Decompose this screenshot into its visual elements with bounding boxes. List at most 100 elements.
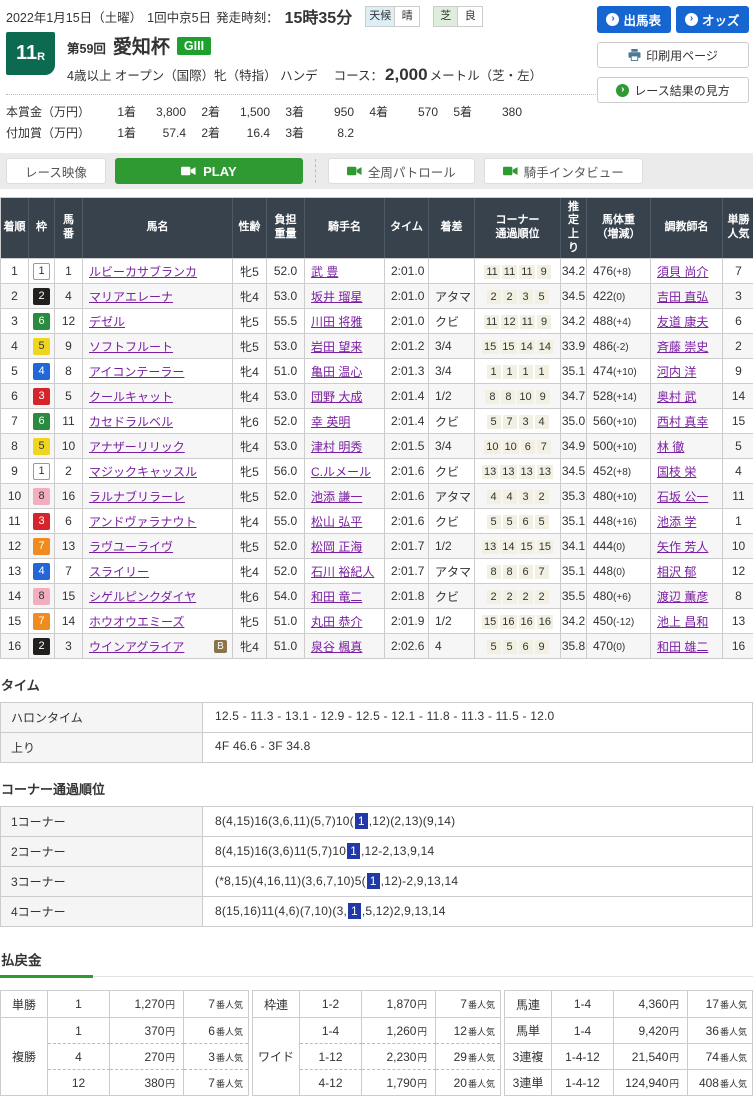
- jockey-link[interactable]: 坂井 瑠星: [311, 290, 362, 304]
- payout-popularity: 6番人気: [184, 1017, 248, 1043]
- horse-name-link[interactable]: マジックキャッスル: [89, 465, 197, 479]
- prize-amount: 570: [388, 102, 438, 123]
- finish-time: 2:01.0: [385, 283, 429, 308]
- jockey-link[interactable]: 池添 謙一: [311, 490, 362, 504]
- frame-number: 2: [33, 288, 50, 305]
- jockey-link[interactable]: 幸 英明: [311, 415, 350, 429]
- finish-position: 2: [1, 283, 29, 308]
- payout-row: 3連複1-4-1221,540円74番人気: [505, 1043, 752, 1069]
- trainer-cell: 吉田 直弘: [651, 283, 723, 308]
- trainer-link[interactable]: 友道 康夫: [657, 315, 708, 329]
- trainer-link[interactable]: 西村 真幸: [657, 415, 708, 429]
- odds-label: オッズ: [702, 10, 740, 29]
- jockey-link[interactable]: 武 豊: [311, 265, 338, 279]
- trainer-link[interactable]: 和田 雄二: [657, 640, 708, 654]
- jockey-link[interactable]: 和田 竜二: [311, 590, 362, 604]
- winner-highlight: 1: [348, 903, 361, 919]
- jockey-link[interactable]: 岩田 望来: [311, 340, 362, 354]
- result-row: 635クールキャット牝453.0団野 大成2:01.41/28810934.75…: [1, 383, 753, 408]
- jockey-cell: C.ルメール: [305, 458, 385, 483]
- payout-combination: 1-2: [300, 991, 362, 1017]
- entry-table-button[interactable]: ›出馬表: [597, 6, 671, 33]
- trainer-cell: 国枝 栄: [651, 458, 723, 483]
- patrol-video-button[interactable]: 全周パトロール: [328, 158, 475, 184]
- sex-age: 牝4: [233, 358, 267, 383]
- corner-position-box: 2: [503, 290, 517, 304]
- odds-button[interactable]: ›オッズ: [676, 6, 750, 33]
- horse-name-cell: クールキャット: [83, 383, 233, 408]
- column-header: 性齢: [233, 198, 267, 258]
- horse-name-link[interactable]: マリアエレーナ: [89, 290, 173, 304]
- corner-position-box: 1: [487, 365, 501, 379]
- jockey-link[interactable]: 松岡 正海: [311, 540, 362, 554]
- result-guide-button[interactable]: ›レース結果の見方: [597, 77, 749, 103]
- horse-name-link[interactable]: デゼル: [89, 315, 125, 329]
- jockey-link[interactable]: 石川 裕紀人: [311, 565, 374, 579]
- jockey-link[interactable]: 団野 大成: [311, 390, 362, 404]
- horse-name-link[interactable]: ホウオウエミーズ: [89, 615, 184, 629]
- popularity-suffix: 番人気: [720, 1053, 747, 1063]
- corner-position-box: 10: [517, 390, 533, 404]
- time-row-value: 4F 46.6 - 3F 34.8: [203, 733, 752, 762]
- jockey-link[interactable]: 川田 将雅: [311, 315, 362, 329]
- finish-position: 5: [1, 358, 29, 383]
- finish-position: 12: [1, 533, 29, 558]
- trainer-link[interactable]: 渡辺 薫彦: [657, 590, 708, 604]
- horse-name-link[interactable]: ソフトフルート: [89, 340, 173, 354]
- corner-position-box: 4: [535, 415, 549, 429]
- horse-weight: 474(+10): [587, 358, 651, 383]
- trainer-link[interactable]: 吉田 直弘: [657, 290, 708, 304]
- trainer-link[interactable]: 林 徹: [657, 440, 684, 454]
- print-page-button[interactable]: 印刷用ページ: [597, 42, 749, 68]
- jockey-link[interactable]: 泉谷 楓真: [311, 640, 362, 654]
- jockey-link[interactable]: 丸田 恭介: [311, 615, 362, 629]
- column-header: タイム: [385, 198, 429, 258]
- play-button[interactable]: PLAY: [115, 158, 303, 184]
- frame-number: 8: [33, 488, 50, 505]
- jockey-link[interactable]: 津村 明秀: [311, 440, 362, 454]
- jockey-link[interactable]: 松山 弘平: [311, 515, 362, 529]
- horse-name-link[interactable]: クールキャット: [89, 390, 173, 404]
- payout-popularity: 36番人気: [688, 1017, 752, 1043]
- horse-name-link[interactable]: ラルナブリラーレ: [89, 490, 185, 504]
- race-date: 2022年1月15日（土曜）: [6, 7, 142, 26]
- trainer-link[interactable]: 国枝 栄: [657, 465, 696, 479]
- horse-name-link[interactable]: アナザーリリック: [89, 440, 185, 454]
- carried-weight: 51.0: [267, 608, 305, 633]
- trainer-link[interactable]: 須貝 尚介: [657, 265, 708, 279]
- win-popularity: 12: [723, 558, 753, 583]
- horse-name-link[interactable]: スライリー: [89, 565, 149, 579]
- jockey-link[interactable]: C.ルメール: [311, 465, 371, 479]
- column-header: 負担 重量: [267, 198, 305, 258]
- horse-name-link[interactable]: カセドラルベル: [89, 415, 173, 429]
- jockey-link[interactable]: 亀田 温心: [311, 365, 362, 379]
- jockey-interview-button[interactable]: 騎手インタビュー: [484, 158, 643, 184]
- prize-amount: 1,500: [220, 102, 270, 123]
- trainer-link[interactable]: 池添 学: [657, 515, 696, 529]
- race-video-button[interactable]: レース映像: [6, 158, 106, 184]
- horse-name-link[interactable]: シゲルピンクダイヤ: [89, 590, 196, 604]
- horse-number: 14: [55, 608, 83, 633]
- last-3f-time: 34.5: [561, 458, 587, 483]
- trainer-link[interactable]: 石坂 公一: [657, 490, 708, 504]
- trainer-link[interactable]: 斉藤 崇史: [657, 340, 708, 354]
- race-name: 愛知杯: [113, 32, 170, 59]
- trainer-link[interactable]: 奥村 武: [657, 390, 696, 404]
- course-label: コース：: [334, 65, 383, 84]
- horse-number: 4: [55, 283, 83, 308]
- finish-position: 16: [1, 633, 29, 658]
- frame-number: 3: [33, 513, 50, 530]
- sex-age: 牝4: [233, 633, 267, 658]
- horse-name-link[interactable]: ルビーカサブランカ: [89, 265, 197, 279]
- trainer-link[interactable]: 河内 洋: [657, 365, 696, 379]
- horse-name-link[interactable]: ラヴユーライヴ: [89, 540, 173, 554]
- trainer-link[interactable]: 相沢 郁: [657, 565, 696, 579]
- horse-name-link[interactable]: アンドヴァラナウト: [89, 515, 197, 529]
- horse-name-link[interactable]: ウインアグライア: [89, 640, 184, 654]
- result-row: 1623ウインアグライアB牝451.0泉谷 楓真2:02.64556935.84…: [1, 633, 753, 658]
- horse-number: 11: [55, 408, 83, 433]
- trainer-link[interactable]: 矢作 芳人: [657, 540, 708, 554]
- trainer-link[interactable]: 池上 昌和: [657, 615, 708, 629]
- start-time-label: 発走時刻：: [216, 7, 279, 26]
- horse-name-link[interactable]: アイコンテーラー: [89, 365, 184, 379]
